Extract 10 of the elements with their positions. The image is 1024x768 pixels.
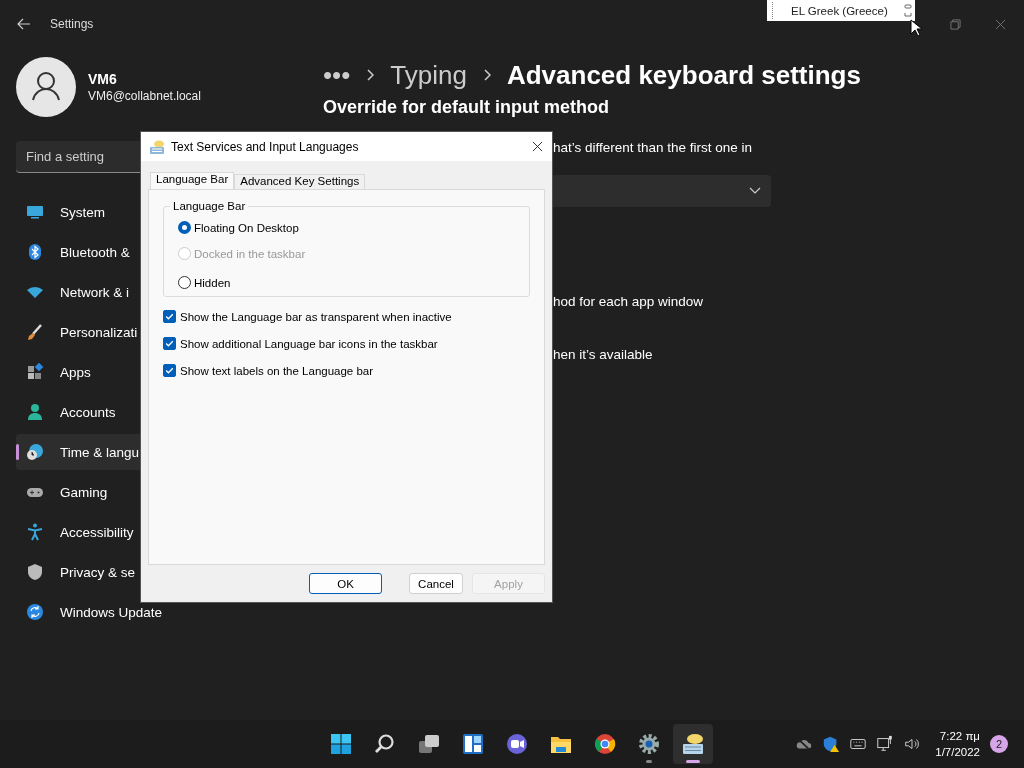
- user-email: VM6@collabnet.local: [88, 89, 201, 103]
- setting-description: hen it’s available: [553, 347, 654, 362]
- setting-description: hod for each app window: [553, 294, 705, 309]
- window-title: Settings: [50, 17, 94, 31]
- section-heading: Override for default input method: [323, 97, 610, 118]
- group-title: Language Bar: [170, 200, 249, 212]
- dialog-title: Text Services and Input Languages: [171, 139, 359, 154]
- setting-description: hat’s different than the first one in: [553, 140, 754, 155]
- page-title: Advanced keyboard settings: [506, 59, 861, 91]
- user-name: VM6: [88, 71, 118, 87]
